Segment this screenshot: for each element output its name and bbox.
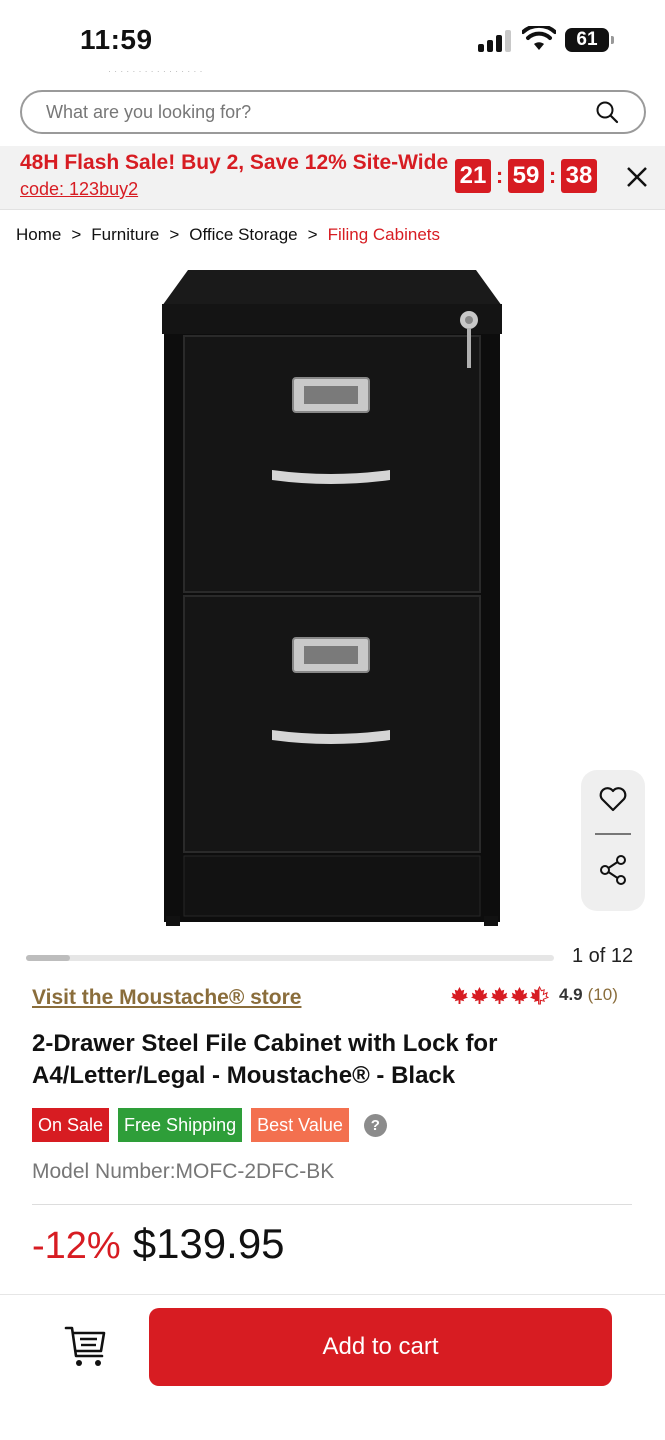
promo-code-link[interactable]: code: 123buy2 <box>20 179 138 200</box>
wifi-icon <box>522 26 556 50</box>
breadcrumb-office-storage[interactable]: Office Storage <box>189 225 297 245</box>
breadcrumb-current[interactable]: Filing Cabinets <box>328 225 440 245</box>
maple-leaf-icon <box>490 986 509 1004</box>
cart-list-icon[interactable] <box>64 1324 108 1368</box>
store-link[interactable]: Visit the Moustache® store <box>32 986 301 1010</box>
side-action-panel <box>581 770 645 911</box>
add-to-cart-button[interactable]: Add to cart <box>149 1308 612 1386</box>
action-divider <box>595 833 631 835</box>
flash-sale-title: 48H Flash Sale! Buy 2, Save 12% Site-Wid… <box>20 151 449 174</box>
badge-on-sale: On Sale <box>32 1108 110 1142</box>
product-title: 2-Drawer Steel File Cabinet with Lock fo… <box>32 1030 498 1089</box>
breadcrumb-separator: > <box>71 225 82 244</box>
breadcrumb-home[interactable]: Home <box>16 225 61 245</box>
product-image[interactable] <box>160 266 506 928</box>
status-bar: 11:59 61 <box>0 0 665 72</box>
timer-separator: : <box>548 163 557 188</box>
breadcrumb: Home > Furniture > Office Storage > Fili… <box>16 225 440 245</box>
breadcrumb-separator: > <box>307 225 318 244</box>
battery-icon: 61 <box>565 28 614 52</box>
breadcrumb-furniture[interactable]: Furniture <box>91 225 159 245</box>
close-icon[interactable] <box>622 162 652 192</box>
timer-seconds: 38 <box>561 159 597 193</box>
badge-row: On Sale Free Shipping Best Value ? <box>32 1108 387 1142</box>
search-input[interactable] <box>46 101 594 123</box>
maple-leaf-half-icon <box>530 985 549 1005</box>
breadcrumb-separator: > <box>169 225 180 244</box>
countdown-timer: 21 : 59 : 38 <box>455 159 597 193</box>
status-time: 11:59 <box>80 24 153 55</box>
search-icon[interactable] <box>594 99 620 125</box>
timer-minutes: 59 <box>508 159 544 193</box>
help-icon[interactable]: ? <box>363 1113 387 1137</box>
divider <box>32 1204 632 1205</box>
rating-score: 4.9 <box>559 985 583 1004</box>
rating-stars <box>450 985 549 1005</box>
price-row: -12% $139.95 <box>32 1220 285 1268</box>
maple-leaf-icon <box>450 986 469 1004</box>
search-bar[interactable] <box>20 90 646 134</box>
rating-count[interactable]: (10) <box>588 985 618 1005</box>
heart-icon[interactable] <box>599 786 627 812</box>
timer-separator: : <box>495 163 504 188</box>
price: $139.95 <box>132 1220 285 1267</box>
badge-free-shipping: Free Shipping <box>118 1108 243 1142</box>
share-icon[interactable] <box>599 855 627 885</box>
gallery-progress-fill <box>26 955 70 961</box>
badge-best-value: Best Value <box>251 1108 349 1142</box>
rating-summary[interactable]: 4.9 (10) <box>450 985 618 1005</box>
maple-leaf-icon <box>510 986 529 1004</box>
gallery-counter: 1 of 12 <box>572 945 634 967</box>
timer-hours: 21 <box>455 159 491 193</box>
cellular-signal-icon <box>478 30 514 52</box>
gallery-progress-bar <box>26 955 554 961</box>
model-number: Model Number:MOFC-2DFC-BK <box>32 1160 335 1183</box>
maple-leaf-icon <box>470 986 489 1004</box>
faded-header-text: · · · · · · · · · · · · · · · · <box>108 66 203 76</box>
discount-percent: -12% <box>32 1225 121 1267</box>
